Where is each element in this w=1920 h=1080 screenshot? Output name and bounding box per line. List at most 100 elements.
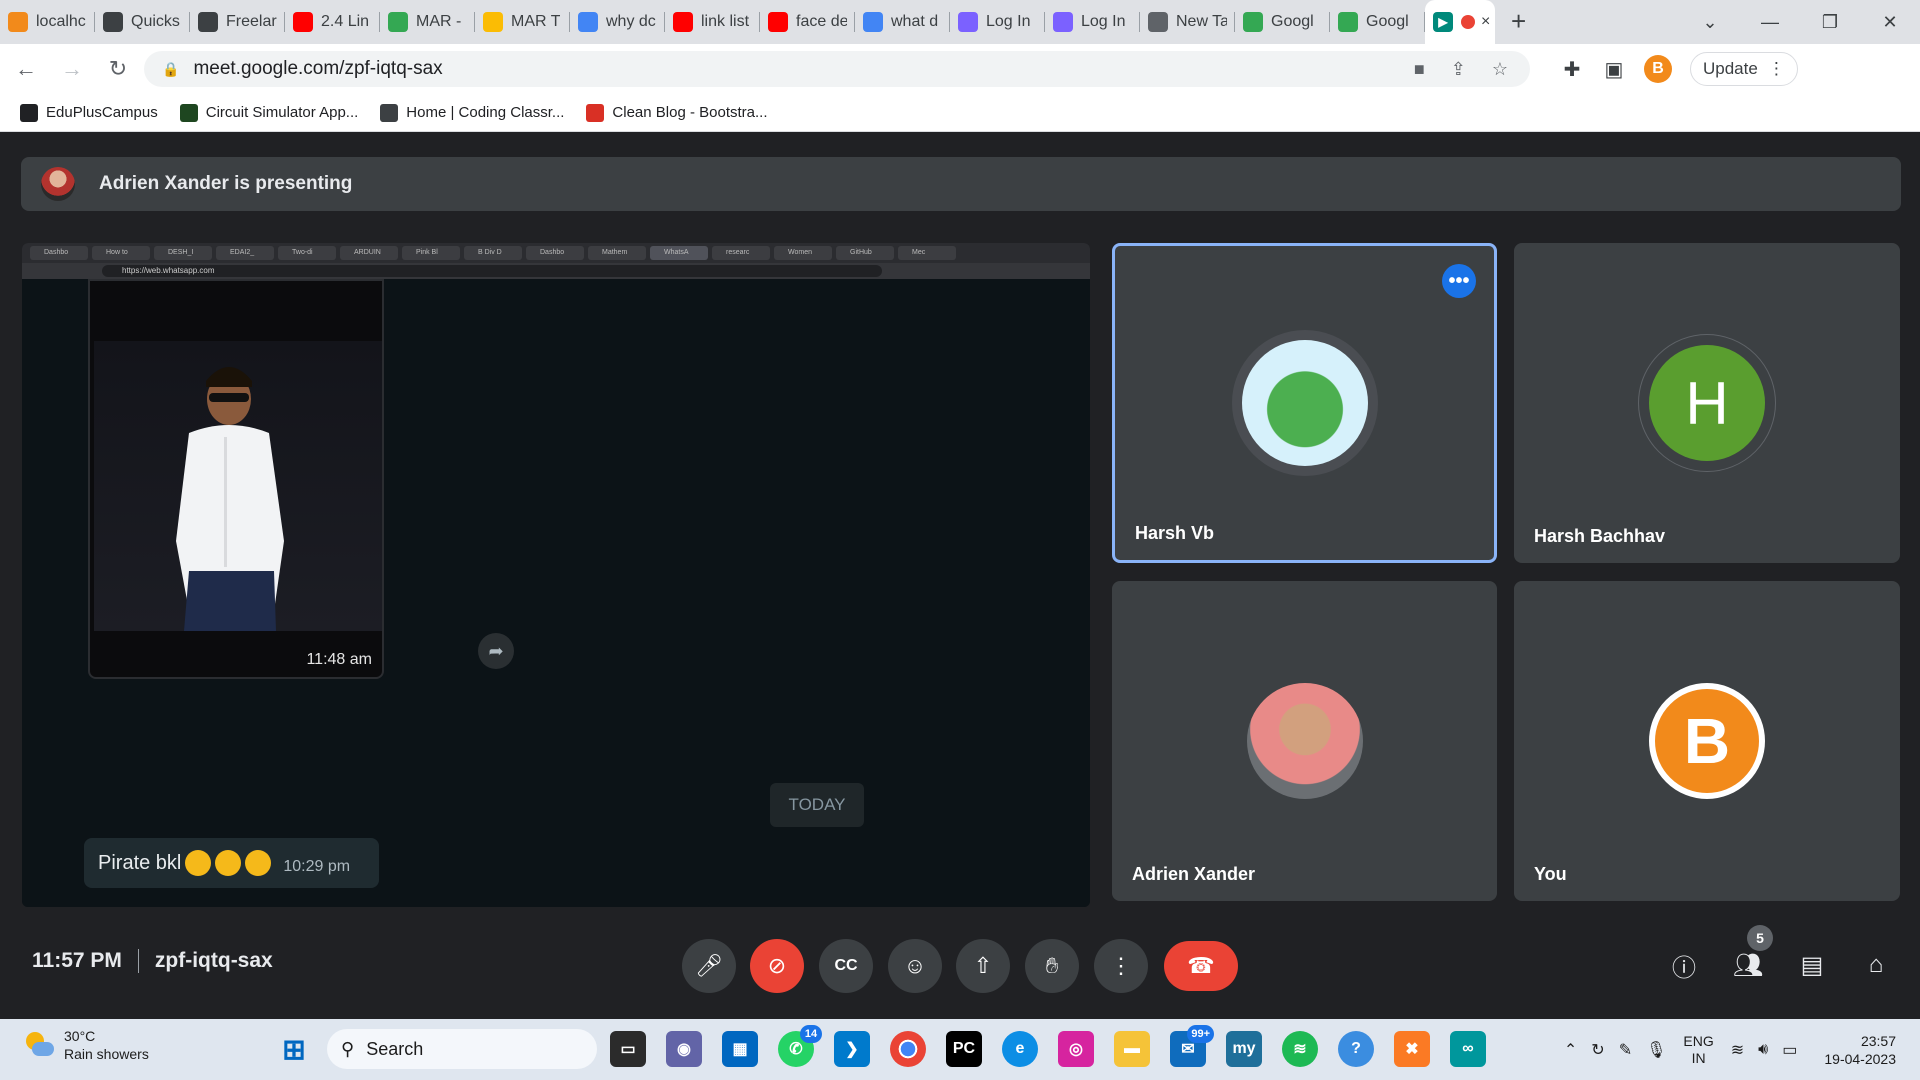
xampp-icon[interactable]: ✖ — [1394, 1031, 1430, 1067]
windows-start-icon[interactable]: ⊞ — [276, 1031, 312, 1067]
present-screen-button[interactable]: ⇧ — [956, 939, 1010, 993]
emoji-reaction-button[interactable]: ☺ — [888, 939, 942, 993]
tab-search-button[interactable]: ⌄ — [1680, 0, 1740, 44]
browser-tab[interactable]: 2.4 Lin — [285, 0, 380, 44]
help-icon[interactable]: ? — [1338, 1031, 1374, 1067]
participant-name: Harsh Bachhav — [1534, 526, 1666, 546]
raise-hand-button[interactable]: ✋︎ — [1025, 939, 1079, 993]
omnibox-actions: ■ ⇪ ☆ — [1414, 51, 1530, 87]
task-view-icon[interactable]: ▭ — [610, 1031, 646, 1067]
tab-favicon-icon — [103, 12, 123, 32]
mysql-icon[interactable]: my — [1226, 1031, 1262, 1067]
laughing-emoji-icon — [245, 850, 272, 876]
pen-icon[interactable]: ✎ — [1619, 1040, 1632, 1060]
browser-tab[interactable]: MAR T — [475, 0, 570, 44]
language-indicator[interactable]: ENG IN — [1683, 1033, 1713, 1067]
browser-tab[interactable]: Googl — [1235, 0, 1330, 44]
browser-tab[interactable]: link list — [665, 0, 760, 44]
edge-icon[interactable]: e — [1002, 1031, 1038, 1067]
chrome-icon[interactable] — [890, 1031, 926, 1067]
chevron-up-icon[interactable]: ⌃ — [1564, 1040, 1577, 1060]
taskbar-search[interactable]: ⚲ Search — [327, 1029, 597, 1069]
bookmark-item[interactable]: EduPlusCampus — [20, 103, 158, 122]
captions-button[interactable]: CC — [819, 939, 873, 993]
chat-icon[interactable]: ▤ — [1792, 945, 1832, 985]
people-icon[interactable]: 👥︎ — [1728, 945, 1768, 985]
arduino-icon[interactable]: ∞ — [1450, 1031, 1486, 1067]
meeting-info-icon[interactable]: ⓘ — [1664, 945, 1704, 985]
url-text[interactable]: meet.google.com/zpf-iqtq-sax — [193, 58, 442, 80]
new-tab-button[interactable]: + — [1495, 0, 1542, 44]
browser-tab[interactable]: face de — [760, 0, 855, 44]
microphone-button[interactable]: 🎤︎ — [682, 939, 736, 993]
minimize-button[interactable]: — — [1740, 0, 1800, 44]
browser-tab[interactable]: Googl — [1330, 0, 1425, 44]
shared-tab-strip: Dashbo How to DESH_I EDAI2_ Two-di ARDUIN Pink… — [22, 243, 1090, 263]
search-icon: ⚲ — [341, 1038, 355, 1059]
bookmark-star-icon[interactable]: ☆ — [1492, 59, 1508, 80]
participant-tile[interactable]: H Harsh Bachhav — [1514, 243, 1900, 563]
taskbar-clock[interactable]: 23:57 19-04-2023 — [1824, 1032, 1896, 1068]
whatsapp-icon[interactable]: ✆ 14 — [778, 1025, 822, 1067]
camera-off-button[interactable]: ⊘ — [750, 939, 804, 993]
forward-button[interactable]: → — [52, 49, 92, 89]
participant-tile[interactable]: ••• Harsh Vb — [1112, 243, 1497, 563]
vscode-icon[interactable]: ❯ — [834, 1031, 870, 1067]
store-icon[interactable]: ▦ — [722, 1031, 758, 1067]
bookmark-item[interactable]: Clean Blog - Bootstra... — [586, 103, 768, 122]
wifi-icon[interactable]: ≋ — [1731, 1040, 1744, 1060]
activities-icon[interactable]: ⌂ — [1856, 945, 1896, 985]
shared-screen[interactable]: Dashbo How to DESH_I EDAI2_ Two-di ARDUIN Pink… — [22, 243, 1090, 907]
laughing-emoji-icon — [185, 850, 212, 876]
participant-name: Adrien Xander — [1132, 864, 1256, 884]
instagram-icon[interactable]: ◎ — [1058, 1031, 1094, 1067]
battery-icon[interactable]: ▭ — [1782, 1040, 1797, 1060]
tab-google-meet-active[interactable]: ▶ × — [1425, 0, 1495, 44]
sync-icon[interactable]: ↻ — [1591, 1040, 1604, 1060]
spotify-icon[interactable]: ≋ — [1282, 1031, 1318, 1067]
maximize-button[interactable]: ❐ — [1800, 0, 1860, 44]
shared-tab: Pink Bl — [402, 246, 460, 260]
browser-tab[interactable]: Freelar — [190, 0, 285, 44]
shared-tab: DESH_I — [154, 246, 212, 260]
browser-tab[interactable]: Log In — [950, 0, 1045, 44]
omnibox[interactable]: 🔒 meet.google.com/zpf-iqtq-sax ■ ⇪ ☆ — [144, 51, 1530, 87]
end-call-button[interactable]: ☎︎ — [1164, 941, 1238, 991]
update-button[interactable]: Update ⋮ — [1690, 52, 1798, 86]
reload-button[interactable]: ↻ — [98, 49, 138, 89]
participant-tile[interactable]: B You — [1514, 581, 1900, 901]
lock-icon[interactable]: 🔒 — [162, 61, 179, 78]
back-button[interactable]: ← — [6, 49, 46, 89]
shared-tab: ARDUIN — [340, 246, 398, 260]
microphone-tray-icon[interactable]: 🎙︎ — [1646, 1040, 1666, 1060]
browser-tab[interactable]: localhc — [0, 0, 95, 44]
pycharm-icon[interactable]: PC — [946, 1031, 982, 1067]
mail-icon[interactable]: ✉ 99+ — [1170, 1025, 1214, 1067]
profile-avatar[interactable]: B — [1644, 55, 1672, 83]
browser-tab[interactable]: Quicks — [95, 0, 190, 44]
file-explorer-icon[interactable]: ▬ — [1114, 1031, 1150, 1067]
teams-chat-icon[interactable]: ◉ — [666, 1031, 702, 1067]
tab-label: Googl — [1271, 13, 1314, 30]
more-options-icon[interactable]: ⋮ — [1094, 939, 1148, 993]
extensions-icon[interactable]: ✚ — [1560, 57, 1584, 82]
browser-tab[interactable]: MAR - — [380, 0, 475, 44]
more-options-button[interactable]: ••• — [1442, 264, 1476, 298]
participant-tile[interactable]: Adrien Xander — [1112, 581, 1497, 901]
side-panel-icon[interactable]: ▣ — [1602, 57, 1626, 82]
browser-tab[interactable]: Log In — [1045, 0, 1140, 44]
presenting-banner: Adrien Xander is presenting — [21, 157, 1901, 211]
bookmark-item[interactable]: Home | Coding Classr... — [380, 103, 564, 122]
volume-icon[interactable]: 🔊︎ — [1758, 1041, 1768, 1059]
camera-icon[interactable]: ■ — [1414, 59, 1425, 80]
weather-widget[interactable]: 30°C Rain showers — [24, 1027, 149, 1063]
browser-tab[interactable]: why dc — [570, 0, 665, 44]
rain-cloud-icon — [24, 1030, 54, 1060]
tab-close-icon[interactable]: × — [1481, 13, 1490, 31]
bookmark-item[interactable]: Circuit Simulator App... — [179, 103, 358, 122]
browser-tab[interactable]: New Ta — [1140, 0, 1235, 44]
share-icon[interactable]: ⇪ — [1451, 59, 1466, 80]
close-window-button[interactable]: ✕ — [1860, 0, 1920, 44]
kebab-menu-icon[interactable]: ⋮ — [1768, 59, 1785, 79]
browser-tab[interactable]: what d — [855, 0, 950, 44]
